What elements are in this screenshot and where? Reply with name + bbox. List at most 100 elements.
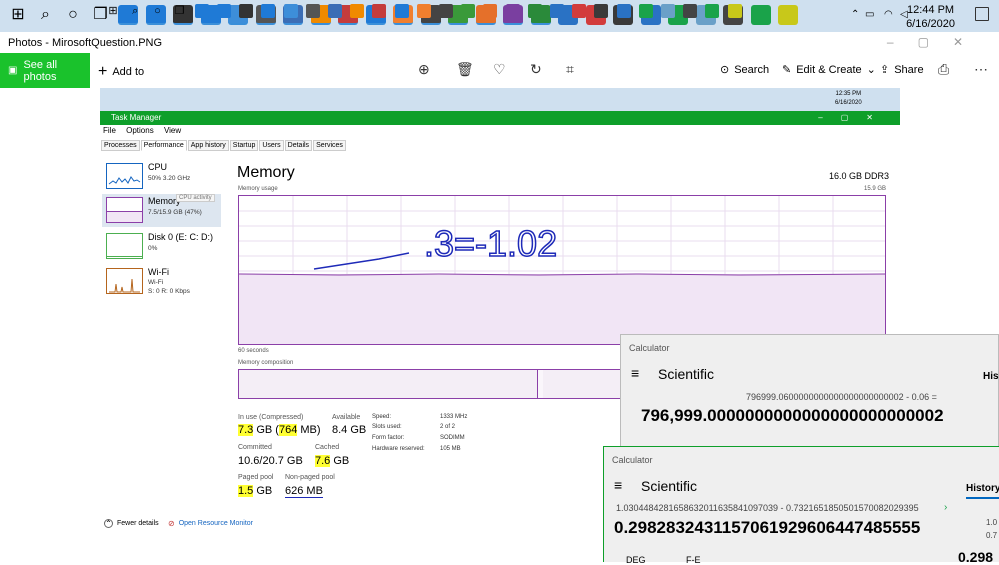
nonpaged-pool-value: 626 MB <box>285 485 323 498</box>
task-manager-title: Task Manager <box>111 113 162 122</box>
tab-startup[interactable]: Startup <box>229 140 259 151</box>
search-icon[interactable]: ⌕ <box>36 5 56 25</box>
calc2-expression: 1.0304484281658632011635841097039 - 0.73… <box>616 503 919 513</box>
tab-details[interactable]: Details <box>284 140 313 151</box>
window-title: Photos - MirosoftQuestion.PNG <box>8 37 163 49</box>
print-icon[interactable]: ⎙ <box>938 61 949 78</box>
menu-file[interactable]: File <box>103 126 116 135</box>
cpu-thumbnail <box>106 163 143 189</box>
crop-icon[interactable]: ⌗ <box>566 61 574 78</box>
share-label: Share <box>894 63 924 76</box>
calc2-deg-button[interactable]: DEG <box>626 555 646 565</box>
delete-icon[interactable]: 🗑 <box>456 61 474 78</box>
memory-sub: 7.5/15.9 GB (47%) <box>148 209 202 216</box>
available-label: Available <box>332 414 361 421</box>
edit-create-button[interactable]: ✎ Edit & Create ⌄ <box>782 63 876 77</box>
tab-app-history[interactable]: App history <box>187 140 229 151</box>
fewer-details-button[interactable]: ⌃ Fewer details <box>104 519 159 528</box>
inner-app-window-icon <box>283 4 298 18</box>
tab-services[interactable]: Services <box>313 140 346 151</box>
inner-purple-app-icon <box>505 4 520 18</box>
committed-label: Committed <box>238 444 272 451</box>
cached-num: 7.6 <box>315 455 331 467</box>
clock-time: 12:44 PM <box>906 4 955 16</box>
sidebar-item-cpu[interactable]: CPU 50% 3.20 GHz <box>102 160 221 193</box>
sidebar-item-wifi[interactable]: Wi-Fi Wi-Fi S: 0 R: 0 Kbps <box>102 265 221 301</box>
tab-performance[interactable]: Performance <box>140 140 187 151</box>
plus-icon: + <box>98 63 108 80</box>
calc2-scroll-right-icon[interactable]: › <box>944 502 947 513</box>
calc2-fe-button[interactable]: F-E <box>686 555 701 565</box>
inner-yellow-app-icon <box>727 4 742 18</box>
calc2-history-underline <box>966 497 999 499</box>
add-to-label: Add to <box>112 66 145 78</box>
seconds-label: 60 seconds <box>238 348 269 354</box>
see-all-label: See all photos <box>23 58 58 83</box>
chevron-up-icon[interactable]: ⌃ <box>851 9 859 20</box>
menu-view[interactable]: View <box>164 126 181 135</box>
edit-create-label: Edit & Create <box>796 63 862 76</box>
zoom-icon[interactable]: ⊕ <box>418 61 430 78</box>
paged-pool-label: Paged pool <box>238 474 274 481</box>
inner-mail-icon <box>261 4 276 18</box>
paged-unit: GB <box>253 485 273 497</box>
form-factor-value: SODIMM <box>440 435 465 441</box>
inner-calculator-icon <box>683 4 698 18</box>
spreadsheet-icon[interactable] <box>750 5 771 25</box>
tm-tabs: Processes Performance App history Startu… <box>101 140 347 151</box>
in-use-end: MB) <box>297 424 321 436</box>
resource-monitor-label: Open Resource Monitor <box>178 520 254 527</box>
calc1-title: Calculator <box>629 343 670 353</box>
calc2-menu-icon[interactable]: ≡ <box>614 477 622 493</box>
available-value: 8.4 GB <box>332 424 367 436</box>
calc1-menu-icon[interactable]: ≡ <box>631 365 639 381</box>
inner-clock: 12:35 PM 6/16/2020 <box>835 90 862 108</box>
yellow-app-icon[interactable] <box>778 5 798 25</box>
share-button[interactable]: ⇪ Share <box>880 63 924 77</box>
search-button[interactable]: ⊙ Search <box>720 63 769 77</box>
battery-icon[interactable]: ▭ <box>865 9 874 20</box>
resource-monitor-link[interactable]: ⊘ Open Resource Monitor <box>168 519 253 528</box>
inner-photo-icon <box>328 4 342 18</box>
memory-graph-svg: .3=-1.02 <box>238 196 886 344</box>
windows-start-icon[interactable]: ⊞ <box>8 5 28 25</box>
favorite-icon[interactable]: ♡ <box>493 61 506 78</box>
cortana-icon[interactable]: ○ <box>63 5 83 25</box>
maximize-icon[interactable]: ▢ <box>918 35 953 49</box>
more-icon[interactable]: ⋯ <box>974 61 988 78</box>
disk-label: Disk 0 (E: C: D:) <box>148 232 214 242</box>
committed-value: 10.6/20.7 GB <box>238 455 303 467</box>
paged-num: 1.5 <box>238 485 254 497</box>
notifications-icon[interactable] <box>975 7 989 21</box>
search-icon: ⊙ <box>720 64 730 76</box>
calc1-history-tab[interactable]: His <box>983 371 999 382</box>
inner-blue-app-icon <box>550 4 564 18</box>
in-use-value: 7.3 GB (764 MB) <box>238 424 321 436</box>
menu-options[interactable]: Options <box>126 126 154 135</box>
in-use-mb: 764 <box>278 424 298 436</box>
see-all-photos-button[interactable]: ▣ See all photos <box>0 53 90 88</box>
calculator-window-2: Calculator ≡ Scientific History 1.030448… <box>603 446 999 565</box>
inner-snip-icon <box>572 4 587 18</box>
memory-usage-max: 15.9 GB <box>864 186 887 192</box>
tab-users[interactable]: Users <box>259 140 284 151</box>
add-to-button[interactable]: + Add to <box>98 63 144 81</box>
rotate-icon[interactable]: ↻ <box>530 61 542 78</box>
calc1-expression: 796999.0600000000000000000000002 - 0.06 … <box>746 392 937 402</box>
task-manager-controls: –▢✕ <box>818 113 891 122</box>
sidebar-item-disk[interactable]: Disk 0 (E: C: D:) 0% <box>102 230 221 263</box>
clock[interactable]: 12:44 PM 6/16/2020 <box>906 3 955 31</box>
tab-processes[interactable]: Processes <box>101 140 140 151</box>
wifi-icon[interactable]: ◠ <box>884 9 893 20</box>
inner-edge-icon <box>194 4 209 18</box>
close-icon[interactable]: ✕ <box>953 35 987 49</box>
minimize-icon[interactable]: – <box>887 35 918 49</box>
hw-reserved-value: 105 MB <box>440 446 461 452</box>
calc2-history-tab[interactable]: History <box>966 483 999 494</box>
slots-value: 2 of 2 <box>440 424 456 430</box>
calc2-history-line2: 0.7 <box>986 531 998 540</box>
inner-orange-app-icon <box>416 4 431 18</box>
paged-pool-value: 1.5 GB <box>238 485 272 497</box>
window-controls: –▢✕ <box>887 35 987 49</box>
memory-usage-graph: .3=-1.02 <box>238 195 886 345</box>
